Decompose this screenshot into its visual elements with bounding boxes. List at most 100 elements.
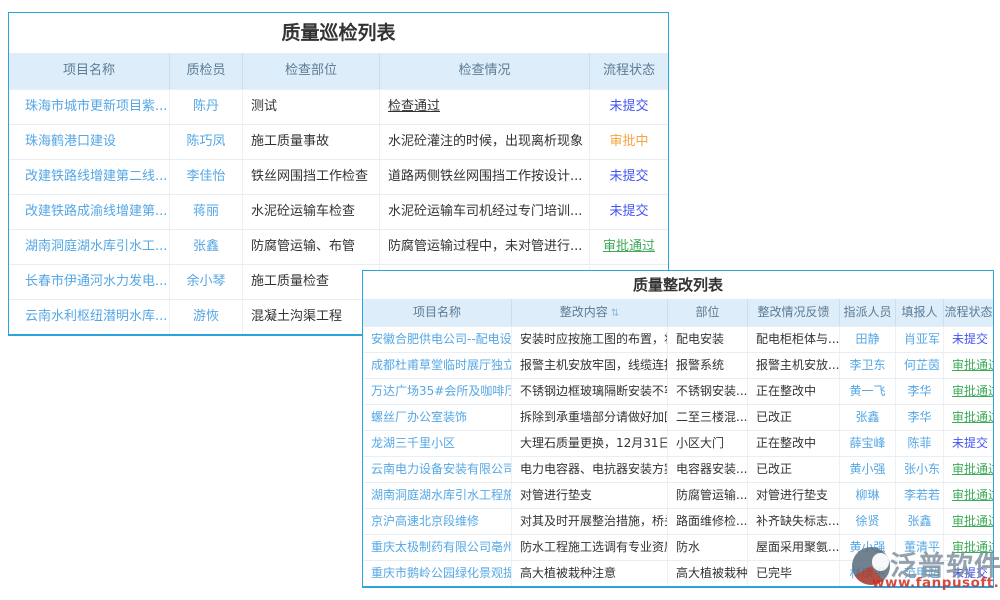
reporter-link[interactable]: 李华 (895, 405, 943, 430)
project-link[interactable]: 改建铁路成渝线增建第... (9, 195, 169, 229)
rectification-table-header: 项目名称 整改内容⇅ 部位 整改情况反馈 指派人员 填报人 流程状态 (363, 299, 993, 326)
situation-cell: 检查通过 (379, 90, 589, 124)
project-link[interactable]: 安徽合肥供电公司--配电设备... (363, 327, 511, 352)
assignee-link[interactable]: 张鑫 (839, 405, 895, 430)
status-badge: 审批通过 (943, 353, 993, 378)
table-row: 改建铁路线增建第二线... 李佳怡 铁丝网围挡工作检查 道路两侧铁丝网围挡工作按… (9, 159, 668, 194)
feedback-cell: 补齐缺失标志... (747, 509, 839, 534)
assignee-link[interactable]: 林康平 (839, 561, 895, 586)
inspector-link[interactable]: 余小琴 (169, 265, 242, 299)
feedback-cell: 报警主机安放... (747, 353, 839, 378)
status-badge: 未提交 (589, 195, 668, 229)
project-link[interactable]: 重庆市鹅岭公园绿化景观提升... (363, 561, 511, 586)
part-cell: 二至三楼混... (667, 405, 747, 430)
inspection-table-title: 质量巡检列表 (9, 13, 668, 53)
table-row: 螺丝厂办公室装饰 拆除到承重墙部分请做好加固... 二至三楼混... 已改正 张… (363, 404, 993, 430)
project-link[interactable]: 湖南洞庭湖水库引水工... (9, 230, 169, 264)
status-badge: 未提交 (943, 431, 993, 456)
assignee-link[interactable]: 李卫东 (839, 353, 895, 378)
situation-cell: 水泥砼运输车司机经过专门培训... (379, 195, 589, 229)
project-link[interactable]: 云南水利枢纽潜明水库... (9, 300, 169, 334)
reporter-link[interactable]: 张小东 (895, 457, 943, 482)
project-link[interactable]: 长春市伊通河水力发电... (9, 265, 169, 299)
assignee-link[interactable]: 黄小强 (839, 535, 895, 560)
feedback-cell: 已改正 (747, 405, 839, 430)
col-header-inspector: 质检员 (169, 53, 242, 89)
project-link[interactable]: 重庆太极制药有限公司亳州中... (363, 535, 511, 560)
part-cell: 施工质量检查 (242, 265, 379, 299)
project-link[interactable]: 成都杜甫草堂临时展厅独立展... (363, 353, 511, 378)
inspector-link[interactable]: 李佳怡 (169, 160, 242, 194)
part-cell: 电容器安装... (667, 457, 747, 482)
assignee-link[interactable]: 柳琳 (839, 483, 895, 508)
status-badge: 审批通过 (943, 535, 993, 560)
status-badge: 未提交 (943, 561, 993, 586)
table-row: 珠海鹤港口建设 陈巧凤 施工质量事故 水泥砼灌注的时候，出现离析现象 审批中 (9, 124, 668, 159)
part-cell: 测试 (242, 90, 379, 124)
table-row: 云南电力设备安装有限公司20... 电力电容器、电抗器安装方案,... 电容器安… (363, 456, 993, 482)
col-header-feedback: 整改情况反馈 (747, 299, 839, 326)
part-cell: 路面维修检... (667, 509, 747, 534)
assignee-link[interactable]: 黄小强 (839, 457, 895, 482)
col-header-part: 部位 (667, 299, 747, 326)
col-header-project: 项目名称 (9, 53, 169, 89)
part-cell: 防腐管运输... (667, 483, 747, 508)
content-cell: 电力电容器、电抗器安装方案,... (511, 457, 667, 482)
project-link[interactable]: 螺丝厂办公室装饰 (363, 405, 511, 430)
table-row: 湖南洞庭湖水库引水工程施工标 对管进行垫支 防腐管运输... 对管进行垫支 柳琳… (363, 482, 993, 508)
content-cell: 不锈钢边框玻璃隔断安装不牢... (511, 379, 667, 404)
part-cell: 施工质量事故 (242, 125, 379, 159)
project-link[interactable]: 珠海市城市更新项目紫... (9, 90, 169, 124)
reporter-link[interactable]: 董清平 (895, 535, 943, 560)
rectification-table-panel: 质量整改列表 项目名称 整改内容⇅ 部位 整改情况反馈 指派人员 填报人 流程状… (362, 270, 994, 588)
reporter-link[interactable]: 李若若 (895, 483, 943, 508)
reporter-link[interactable]: 张鑫 (895, 509, 943, 534)
project-link[interactable]: 万达广场35#会所及咖啡厅空... (363, 379, 511, 404)
status-badge: 审批通过 (943, 379, 993, 404)
status-badge: 未提交 (589, 160, 668, 194)
project-link[interactable]: 云南电力设备安装有限公司20... (363, 457, 511, 482)
feedback-cell: 对管进行垫支 (747, 483, 839, 508)
assignee-link[interactable]: 徐贤 (839, 509, 895, 534)
status-badge: 未提交 (589, 90, 668, 124)
inspector-link[interactable]: 蒋丽 (169, 195, 242, 229)
feedback-cell: 正在整改中 (747, 431, 839, 456)
assignee-link[interactable]: 薛宝峰 (839, 431, 895, 456)
part-cell: 报警系统 (667, 353, 747, 378)
col-header-content: 整改内容⇅ (511, 299, 667, 326)
col-header-part: 检查部位 (242, 53, 379, 89)
reporter-link[interactable]: 李华 (895, 379, 943, 404)
status-badge: 未提交 (943, 327, 993, 352)
inspector-link[interactable]: 张鑫 (169, 230, 242, 264)
project-link[interactable]: 龙湖三千里小区 (363, 431, 511, 456)
part-cell: 混凝土沟渠工程 (242, 300, 379, 334)
part-cell: 配电安装 (667, 327, 747, 352)
feedback-cell: 屋面采用聚氨... (747, 535, 839, 560)
inspector-link[interactable]: 陈巧凤 (169, 125, 242, 159)
content-cell: 防水工程施工选调有专业资质... (511, 535, 667, 560)
table-row: 珠海市城市更新项目紫... 陈丹 测试 检查通过 未提交 (9, 89, 668, 124)
content-cell: 对其及时开展整治措施，桥头... (511, 509, 667, 534)
reporter-link[interactable]: 何芷茵 (895, 353, 943, 378)
col-header-reporter: 填报人 (895, 299, 943, 326)
reporter-link[interactable]: 陈菲 (895, 431, 943, 456)
reporter-link[interactable]: 肖亚军 (895, 327, 943, 352)
project-link[interactable]: 珠海鹤港口建设 (9, 125, 169, 159)
content-cell: 拆除到承重墙部分请做好加固... (511, 405, 667, 430)
table-row: 改建铁路成渝线增建第... 蒋丽 水泥砼运输车检查 水泥砼运输车司机经过专门培训… (9, 194, 668, 229)
project-link[interactable]: 湖南洞庭湖水库引水工程施工标 (363, 483, 511, 508)
inspector-link[interactable]: 游恢 (169, 300, 242, 334)
col-header-situation: 检查情况 (379, 53, 589, 89)
sort-icon[interactable]: ⇅ (611, 308, 619, 319)
inspector-link[interactable]: 陈丹 (169, 90, 242, 124)
project-link[interactable]: 改建铁路线增建第二线... (9, 160, 169, 194)
table-row: 湖南洞庭湖水库引水工... 张鑫 防腐管运输、布管 防腐管运输过程中，未对管进行… (9, 229, 668, 264)
col-header-project: 项目名称 (363, 299, 511, 326)
assignee-link[interactable]: 黄一飞 (839, 379, 895, 404)
part-cell: 防水 (667, 535, 747, 560)
reporter-link[interactable]: 范甲超 (895, 561, 943, 586)
assignee-link[interactable]: 田静 (839, 327, 895, 352)
project-link[interactable]: 京沪高速北京段维修 (363, 509, 511, 534)
table-row: 京沪高速北京段维修 对其及时开展整治措施，桥头... 路面维修检... 补齐缺失… (363, 508, 993, 534)
status-badge: 审批通过 (943, 405, 993, 430)
